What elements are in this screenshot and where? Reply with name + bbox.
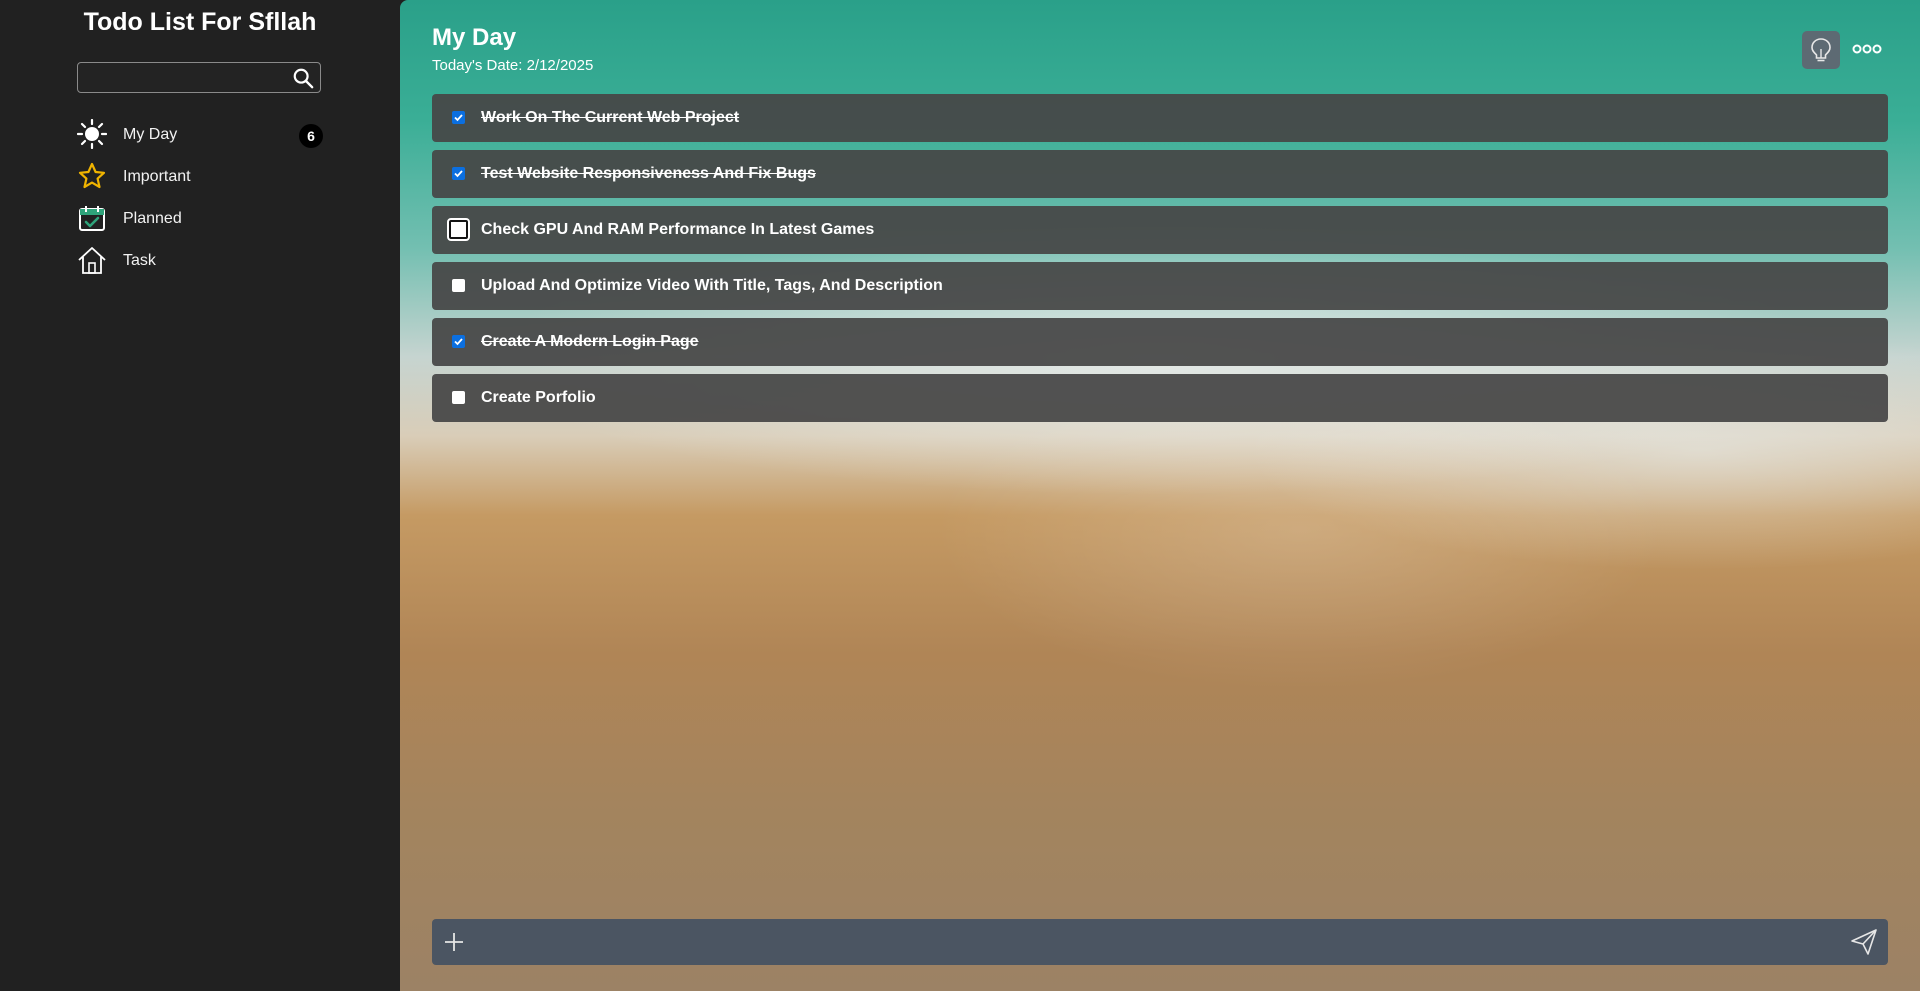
- task-checkbox[interactable]: [452, 391, 465, 404]
- page-title: My Day: [432, 24, 517, 51]
- task-checkbox[interactable]: [452, 111, 465, 124]
- task-checkbox[interactable]: [447, 218, 470, 241]
- task-checkbox[interactable]: [452, 279, 465, 292]
- date-label: Today's Date: 2/12/2025: [432, 57, 594, 74]
- task-item[interactable]: Test Website Responsiveness And Fix Bugs: [432, 150, 1888, 198]
- sidebar: Todo List For Sfllah My Day 6 Important: [0, 0, 400, 991]
- sidebar-item-planned[interactable]: Planned: [77, 201, 323, 237]
- star-icon: [78, 162, 106, 189]
- task-text: Test Website Responsiveness And Fix Bugs: [481, 165, 816, 182]
- add-task-bar: [432, 919, 1888, 965]
- search-icon[interactable]: [292, 67, 314, 89]
- more-options-icon[interactable]: [1852, 38, 1882, 60]
- task-item[interactable]: Work On The Current Web Project: [432, 94, 1888, 142]
- search-input[interactable]: [84, 66, 278, 90]
- add-task-input[interactable]: [482, 928, 1806, 958]
- task-text: Upload And Optimize Video With Title, Ta…: [481, 277, 943, 294]
- home-icon: [78, 247, 106, 274]
- app-title: Todo List For Sfllah: [83, 8, 317, 36]
- task-item[interactable]: Upload And Optimize Video With Title, Ta…: [432, 262, 1888, 310]
- sidebar-item-label: Planned: [123, 210, 182, 227]
- sidebar-item-label: My Day: [123, 126, 178, 143]
- task-checkbox[interactable]: [452, 335, 465, 348]
- count-badge: 6: [299, 124, 323, 148]
- sidebar-item-my-day[interactable]: My Day 6: [77, 117, 323, 153]
- plus-icon[interactable]: [442, 930, 466, 954]
- sidebar-item-important[interactable]: Important: [77, 159, 323, 195]
- task-text: Create A Modern Login Page: [481, 333, 699, 350]
- task-text: Work On The Current Web Project: [481, 109, 740, 126]
- sun-icon: [77, 119, 107, 149]
- calendar-icon: [79, 206, 105, 231]
- sidebar-item-label: Task: [123, 252, 156, 269]
- search-box[interactable]: [77, 62, 321, 93]
- send-icon[interactable]: [1850, 928, 1878, 956]
- task-text: Create Porfolio: [481, 389, 596, 406]
- task-item[interactable]: Check GPU And RAM Performance In Latest …: [432, 206, 1888, 254]
- theme-button[interactable]: [1802, 31, 1840, 69]
- task-text: Check GPU And RAM Performance In Latest …: [481, 221, 875, 238]
- task-item[interactable]: Create Porfolio: [432, 374, 1888, 422]
- task-item[interactable]: Create A Modern Login Page: [432, 318, 1888, 366]
- task-checkbox[interactable]: [452, 167, 465, 180]
- sidebar-item-label: Important: [123, 168, 191, 185]
- main-panel: My Day Today's Date: 2/12/2025 Work On T…: [400, 0, 1920, 991]
- lightbulb-icon: [1811, 38, 1831, 62]
- sidebar-item-task[interactable]: Task: [77, 243, 323, 279]
